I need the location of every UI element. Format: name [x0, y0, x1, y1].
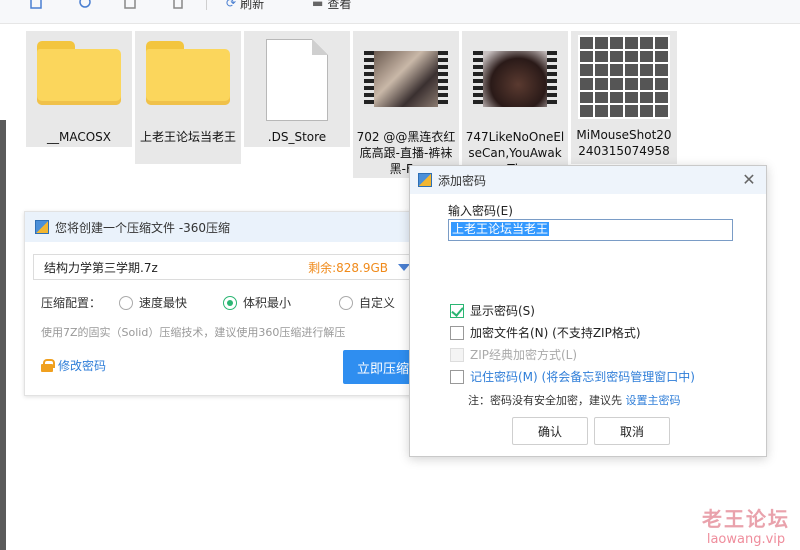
file-name: __MACOSX	[46, 130, 111, 144]
toolbar-add-icon[interactable]	[78, 0, 92, 12]
archive-filename-field[interactable]: 结构力学第三学期.7z 剩余:828.9GB	[33, 254, 433, 280]
change-password-label: 修改密码	[58, 359, 107, 373]
archive-filename: 结构力学第三学期.7z	[44, 260, 158, 275]
file-item-video-702[interactable]: 702 @@黑连衣红底高跟-直播-裤袜黑-F...	[353, 31, 459, 178]
option-smallest[interactable]: 体积最小	[223, 294, 291, 311]
dialog-header: 添加密码	[410, 166, 766, 194]
archive-icon	[35, 220, 49, 234]
show-password-label: 显示密码(S)	[470, 304, 535, 318]
compress-config-label: 压缩配置：	[41, 296, 102, 310]
compress-panel-title: 您将创建一个压缩文件 -360压缩	[55, 220, 231, 235]
compress-panel-header: 您将创建一个压缩文件 -360压缩	[25, 212, 433, 242]
password-label: 输入密码(E)	[448, 204, 513, 218]
remember-password-label: 记住密码(M) (将会备忘到密码管理窗口中)	[470, 370, 695, 384]
image-thumbnail-icon	[578, 35, 670, 119]
encrypt-filenames-label: 加密文件名(N) (不支持ZIP格式)	[470, 326, 641, 340]
archive-icon	[418, 173, 432, 187]
watermark: 老王论坛 laowang.vip	[702, 503, 790, 547]
file-name: MiMouseShot20240315074958	[576, 128, 672, 158]
remaining-space: 剩余:828.9GB	[308, 260, 388, 275]
toolbar-view-button[interactable]: ▬ 查看	[312, 0, 351, 12]
confirm-button[interactable]: 确认	[512, 417, 588, 445]
compress-panel: 您将创建一个压缩文件 -360压缩 结构力学第三学期.7z 剩余:828.9GB…	[24, 211, 434, 396]
option-custom-label: 自定义	[359, 296, 396, 310]
watermark-url: laowang.vip	[706, 532, 786, 547]
option-custom[interactable]: 自定义	[339, 294, 395, 311]
document-icon	[266, 39, 328, 121]
password-value: 上老王论坛当老王	[451, 222, 550, 236]
folder-icon	[37, 39, 121, 105]
encrypt-filenames-checkbox[interactable]	[450, 325, 464, 340]
toolbar-refresh-button[interactable]: ⟳ 刷新	[226, 0, 264, 12]
close-icon[interactable]: ✕	[740, 171, 758, 189]
remember-password-option[interactable]: 记住密码(M) (将会备忘到密码管理窗口中)	[450, 368, 695, 385]
refresh-label: 刷新	[240, 0, 265, 11]
radio-fastest[interactable]	[119, 295, 134, 310]
set-master-password-link[interactable]: 设置主密码	[626, 394, 681, 407]
show-password-checkbox[interactable]	[450, 303, 464, 318]
view-icon: ▬	[312, 0, 324, 10]
refresh-icon: ⟳	[226, 0, 237, 10]
window-edge	[0, 120, 6, 550]
compress-hint: 使用7Z的固实（Solid）压缩技术，建议使用360压缩进行解压	[41, 326, 346, 339]
lock-icon	[41, 359, 55, 372]
option-smallest-label: 体积最小	[243, 296, 292, 310]
file-item-screenshot[interactable]: MiMouseShot20240315074958	[571, 31, 677, 164]
encrypt-filenames-option[interactable]: 加密文件名(N) (不支持ZIP格式)	[450, 324, 641, 341]
zip-classic-label: ZIP经典加密方式(L)	[470, 348, 578, 362]
radio-smallest[interactable]	[223, 295, 238, 310]
add-password-dialog: 添加密码 ✕ 输入密码(E) 上老王论坛当老王 显示密码(S) 加密文件名(N)…	[409, 165, 767, 457]
compress-config-row: 压缩配置： 速度最快 体积最小 自定义	[41, 294, 395, 311]
show-password-option[interactable]: 显示密码(S)	[450, 302, 535, 319]
security-note: 注：密码没有安全加密，建议先 设置主密码	[468, 392, 681, 408]
dialog-title: 添加密码	[438, 173, 487, 188]
option-fastest-label: 速度最快	[139, 296, 188, 310]
watermark-title: 老王论坛	[702, 507, 790, 531]
folder-icon	[146, 39, 230, 105]
option-fastest[interactable]: 速度最快	[119, 294, 187, 311]
file-item-video-747[interactable]: 747LikeNoOneElseCan,YouAwake,Th...	[462, 31, 568, 178]
remember-password-checkbox[interactable]	[450, 369, 464, 384]
video-thumbnail-icon	[364, 51, 448, 107]
radio-custom[interactable]	[339, 295, 354, 310]
toolbar-new-icon[interactable]	[30, 0, 42, 12]
zip-classic-checkbox	[450, 347, 464, 362]
change-password-link[interactable]: 修改密码	[41, 357, 106, 374]
toolbar-separator	[206, 0, 207, 10]
view-label: 查看	[327, 0, 352, 11]
toolbar-extract-icon[interactable]	[124, 0, 136, 12]
file-item-macosx[interactable]: __MACOSX	[26, 31, 132, 147]
zip-classic-option: ZIP经典加密方式(L)	[450, 346, 577, 363]
toolbar: ⟳ 刷新 ▬ 查看	[0, 0, 800, 24]
cancel-button[interactable]: 取消	[594, 417, 670, 445]
file-item-laowang-folder[interactable]: 上老王论坛当老王	[135, 31, 241, 164]
password-input[interactable]: 上老王论坛当老王	[448, 219, 733, 241]
video-thumbnail-icon	[473, 51, 557, 107]
file-name: .DS_Store	[267, 130, 327, 144]
security-note-text: 注：密码没有安全加密，建议先	[468, 394, 626, 407]
file-name: 上老王论坛当老王	[139, 130, 236, 144]
file-item-ds-store[interactable]: .DS_Store	[244, 31, 350, 147]
toolbar-delete-icon[interactable]	[172, 0, 184, 12]
